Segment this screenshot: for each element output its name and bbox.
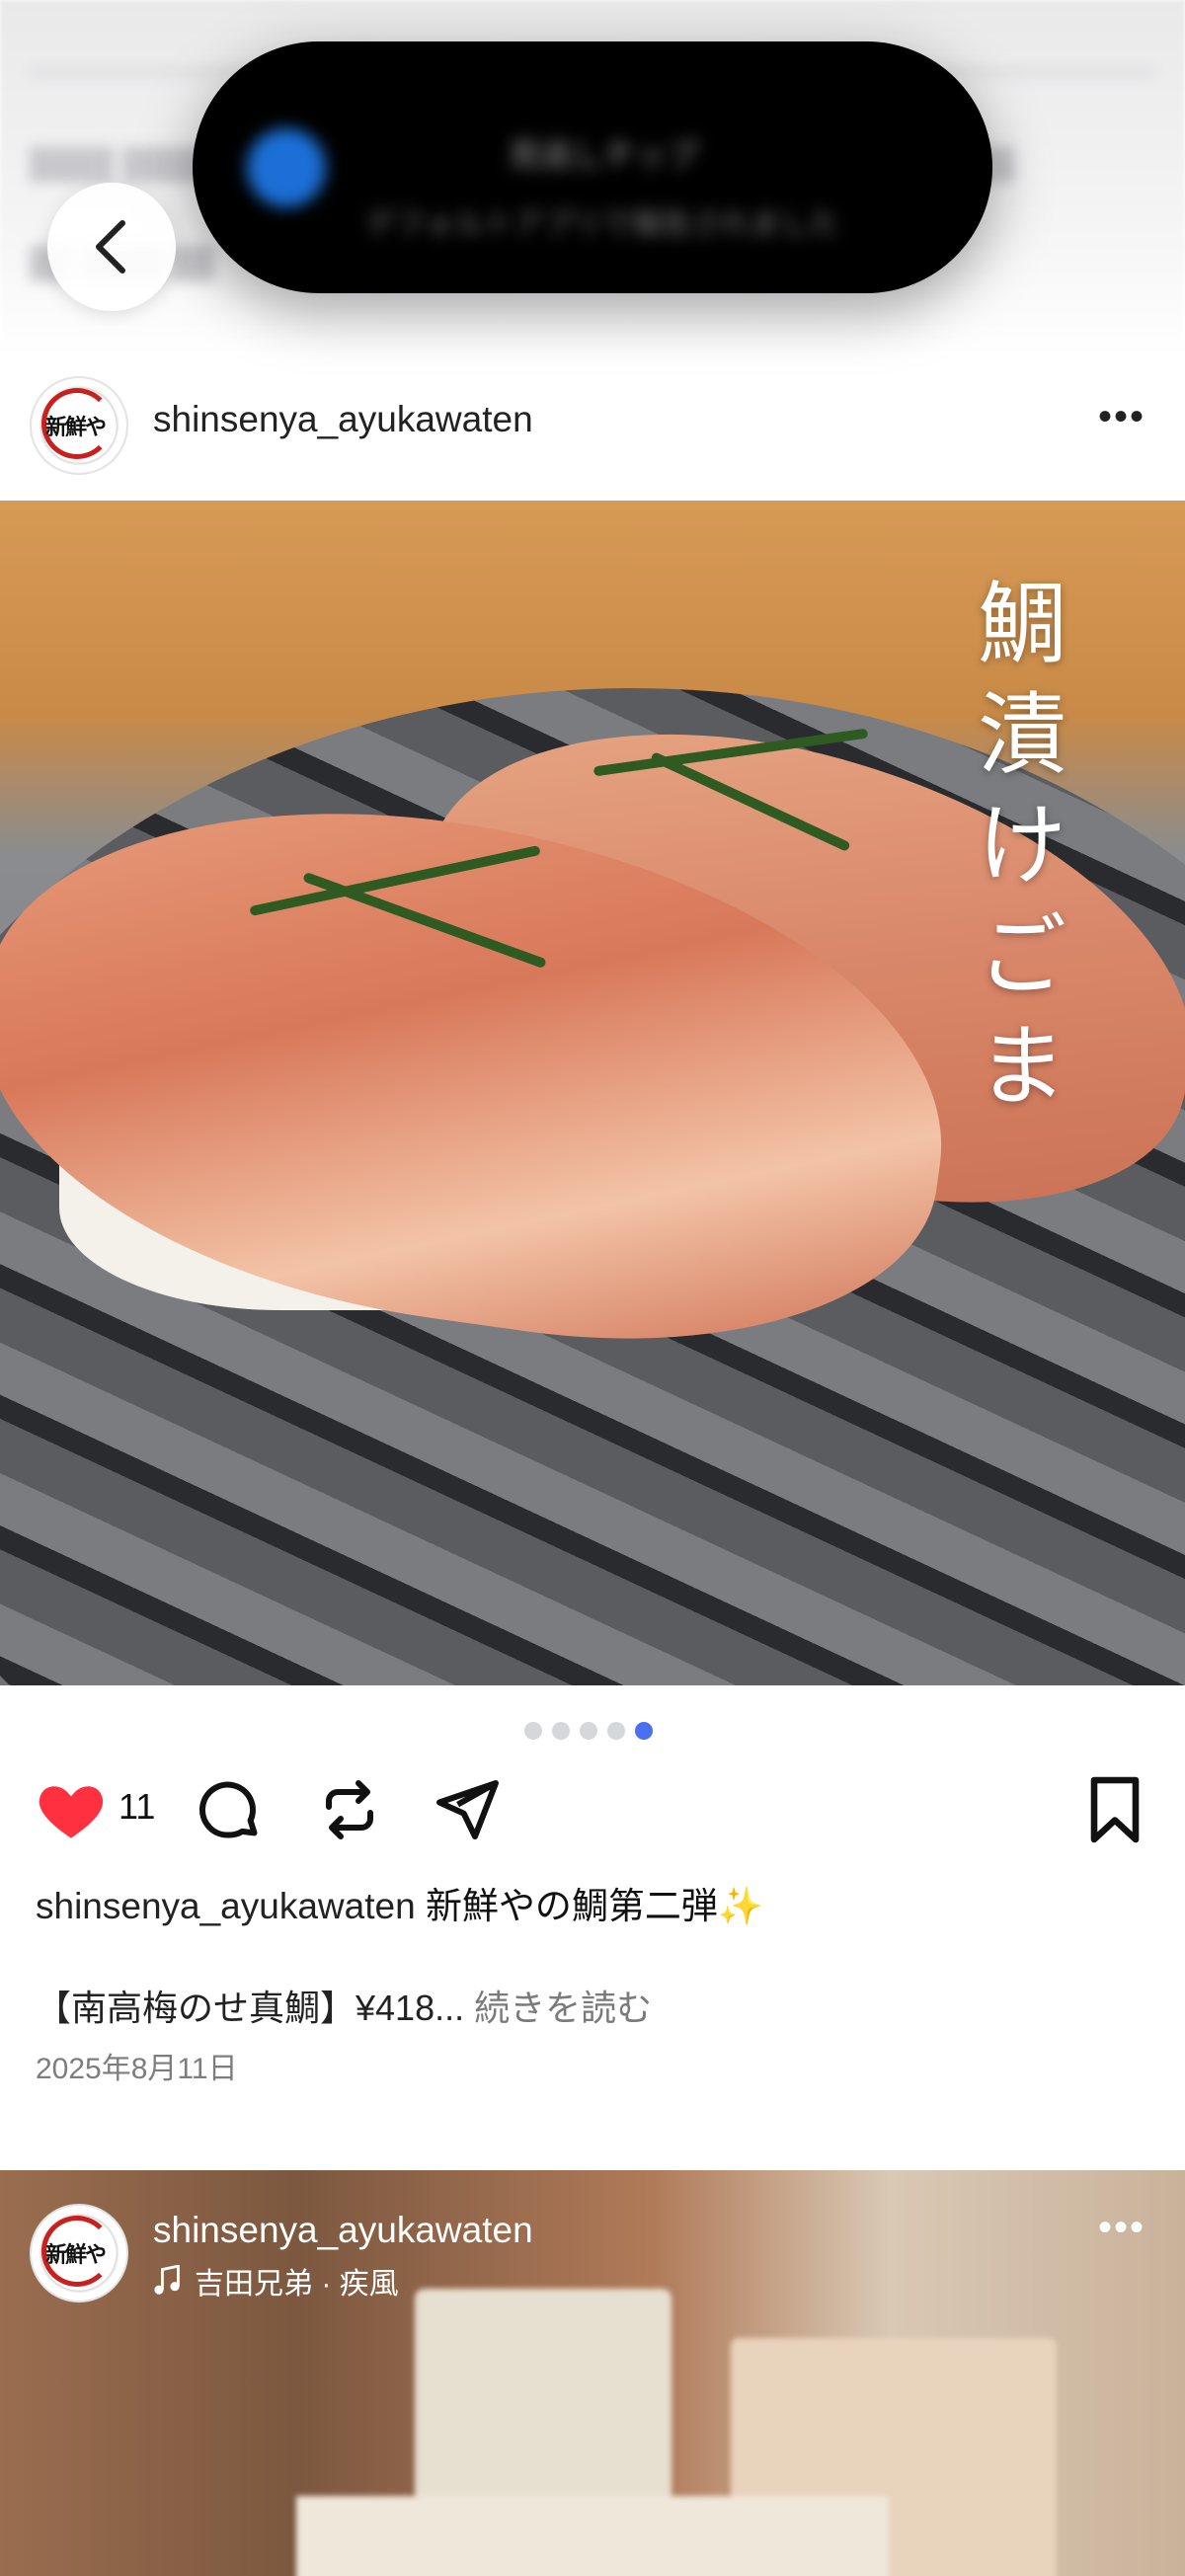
caption-line-text: 【南高梅のせ真鯛】¥418... [36, 1988, 465, 2028]
notification-banner[interactable]: 見逃しチップ デフォルトアプリで報告されました [193, 41, 992, 293]
comment-icon[interactable] [194, 1774, 265, 1845]
carousel-dot [552, 1722, 570, 1740]
more-dots-icon[interactable]: ••• [1098, 395, 1146, 439]
next-post[interactable]: 新鮮や shinsenya_ayukawaten 吉田兄弟 · 疾風 ••• [0, 2170, 1185, 2576]
post-username[interactable]: shinsenya_ayukawaten [153, 399, 533, 440]
post-date: 2025年8月11日 [36, 2053, 238, 2085]
notification-title: 見逃しチップ [509, 137, 699, 173]
read-more-link[interactable]: 続きを読む [474, 1988, 652, 2028]
more-dots-icon[interactable]: ••• [1098, 2206, 1146, 2250]
carousel-dot [524, 1722, 542, 1740]
back-button[interactable] [47, 183, 176, 311]
carousel-dot-active [635, 1722, 653, 1740]
carousel-indicator [524, 1722, 653, 1742]
avatar[interactable]: 新鮮や [30, 376, 128, 475]
carousel-dot [580, 1722, 597, 1740]
caption: shinsenya_ayukawaten 新鮮やの鯛第二弾✨ [36, 1876, 763, 1929]
caption-line: 【南高梅のせ真鯛】¥418... 続きを読む [36, 1980, 652, 2031]
back-chevron-icon [96, 220, 125, 273]
carousel-dot [607, 1722, 625, 1740]
action-bar: 11 [0, 1772, 1185, 1851]
next-post-username[interactable]: shinsenya_ayukawaten [153, 2210, 533, 2251]
bookmark-icon[interactable] [1082, 1774, 1147, 1845]
heart-icon[interactable] [34, 1772, 109, 1847]
song-title: 吉田兄弟 · 疾風 [195, 2268, 399, 2301]
notification-body: デフォルトアプリで報告されました [365, 208, 839, 241]
share-icon[interactable] [431, 1774, 502, 1845]
next-post-song[interactable]: 吉田兄弟 · 疾風 [153, 2259, 399, 2303]
image-overlay-text: 鯛漬けごま [978, 573, 1066, 1119]
notification-app-icon [247, 128, 326, 207]
like-count[interactable]: 11 [118, 1786, 155, 1828]
next-post-avatar[interactable]: 新鮮や [30, 2204, 128, 2303]
caption-text: 新鮮やの鯛第二弾✨ [425, 1886, 764, 1926]
repost-icon[interactable] [314, 1774, 385, 1845]
music-note-icon [154, 2265, 180, 2295]
caption-username[interactable]: shinsenya_ayukawaten [36, 1886, 416, 1926]
post-header: 新鮮や shinsenya_ayukawaten ••• [0, 375, 1185, 489]
post-image[interactable]: 鯛漬けごま [0, 501, 1185, 1685]
